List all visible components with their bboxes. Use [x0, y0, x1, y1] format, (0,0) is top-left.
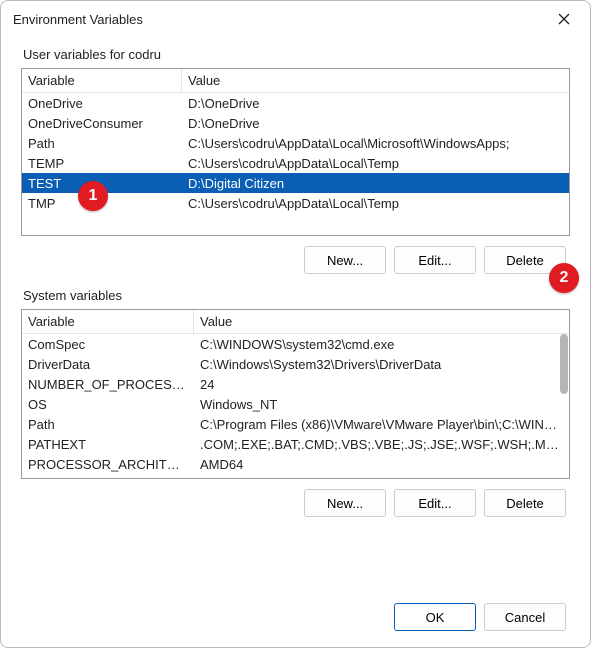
var-name-cell: ComSpec: [22, 337, 194, 352]
close-icon[interactable]: [550, 5, 578, 33]
var-value-cell: Windows_NT: [194, 397, 569, 412]
var-name-cell: Path: [22, 417, 194, 432]
var-value-cell: AMD64 Family 25 Model 97 Stepping 2, Aut…: [194, 477, 569, 480]
col-header-value[interactable]: Value: [194, 310, 569, 334]
user-variables-list[interactable]: Variable Value OneDriveD:\OneDriveOneDri…: [21, 68, 570, 236]
var-value-cell: C:\Users\codru\AppData\Local\Microsoft\W…: [182, 136, 569, 151]
system-variables-list[interactable]: Variable Value ComSpecC:\WINDOWS\system3…: [21, 309, 570, 479]
table-row[interactable]: DriverDataC:\Windows\System32\Drivers\Dr…: [22, 354, 569, 374]
system-variables-group: System variables Variable Value ComSpecC…: [21, 288, 570, 517]
var-value-cell: D:\OneDrive: [182, 116, 569, 131]
cancel-button[interactable]: Cancel: [484, 603, 566, 631]
var-name-cell: DriverData: [22, 357, 194, 372]
titlebar: Environment Variables: [1, 1, 590, 37]
system-edit-button[interactable]: Edit...: [394, 489, 476, 517]
user-variables-group: User variables for codru Variable Value …: [21, 47, 570, 274]
env-vars-window: Environment Variables User variables for…: [0, 0, 591, 648]
content-area: User variables for codru Variable Value …: [1, 37, 590, 591]
var-value-cell: C:\Users\codru\AppData\Local\Temp: [182, 156, 569, 171]
var-name-cell: PROCESSOR_ARCHITECTURE: [22, 457, 194, 472]
var-name-cell: OS: [22, 397, 194, 412]
table-row[interactable]: PROCESSOR_IDENTIFIERAMD64 Family 25 Mode…: [22, 474, 569, 479]
var-name-cell: Path: [22, 136, 182, 151]
table-row[interactable]: OneDriveConsumerD:\OneDrive: [22, 113, 569, 133]
system-group-label: System variables: [21, 288, 570, 303]
window-title: Environment Variables: [13, 12, 550, 27]
table-row[interactable]: PROCESSOR_ARCHITECTUREAMD64: [22, 454, 569, 474]
table-row[interactable]: NUMBER_OF_PROCESSORS24: [22, 374, 569, 394]
col-header-value[interactable]: Value: [182, 69, 569, 93]
var-name-cell: NUMBER_OF_PROCESSORS: [22, 377, 194, 392]
var-name-cell: PROCESSOR_IDENTIFIER: [22, 477, 194, 480]
user-buttons-row: New... Edit... Delete: [21, 246, 570, 274]
var-value-cell: D:\OneDrive: [182, 96, 569, 111]
scrollbar-thumb[interactable]: [560, 334, 568, 394]
system-list-header: Variable Value: [22, 310, 569, 334]
table-row[interactable]: PATHEXT.COM;.EXE;.BAT;.CMD;.VBS;.VBE;.JS…: [22, 434, 569, 454]
var-value-cell: AMD64: [194, 457, 569, 472]
user-edit-button[interactable]: Edit...: [394, 246, 476, 274]
table-row[interactable]: ComSpecC:\WINDOWS\system32\cmd.exe: [22, 334, 569, 354]
table-row[interactable]: OneDriveD:\OneDrive: [22, 93, 569, 113]
var-value-cell: .COM;.EXE;.BAT;.CMD;.VBS;.VBE;.JS;.JSE;.…: [194, 437, 569, 452]
var-value-cell: 24: [194, 377, 569, 392]
table-row[interactable]: PathC:\Users\codru\AppData\Local\Microso…: [22, 133, 569, 153]
var-value-cell: C:\Windows\System32\Drivers\DriverData: [194, 357, 569, 372]
var-name-cell: OneDrive: [22, 96, 182, 111]
table-row[interactable]: OSWindows_NT: [22, 394, 569, 414]
var-value-cell: D:\Digital Citizen: [182, 176, 569, 191]
table-row[interactable]: PathC:\Program Files (x86)\VMware\VMware…: [22, 414, 569, 434]
system-new-button[interactable]: New...: [304, 489, 386, 517]
var-name-cell: TEMP: [22, 156, 182, 171]
var-name-cell: PATHEXT: [22, 437, 194, 452]
system-delete-button[interactable]: Delete: [484, 489, 566, 517]
system-buttons-row: New... Edit... Delete: [21, 489, 570, 517]
user-new-button[interactable]: New...: [304, 246, 386, 274]
table-row[interactable]: TEMPC:\Users\codru\AppData\Local\Temp: [22, 153, 569, 173]
col-header-variable[interactable]: Variable: [22, 69, 182, 93]
dialog-footer: OK Cancel: [1, 591, 590, 647]
var-value-cell: C:\Users\codru\AppData\Local\Temp: [182, 196, 569, 211]
var-name-cell: OneDriveConsumer: [22, 116, 182, 131]
var-value-cell: C:\Program Files (x86)\VMware\VMware Pla…: [194, 417, 569, 432]
ok-button[interactable]: OK: [394, 603, 476, 631]
col-header-variable[interactable]: Variable: [22, 310, 194, 334]
user-group-label: User variables for codru: [21, 47, 570, 62]
callout-2: 2: [549, 263, 579, 293]
user-list-header: Variable Value: [22, 69, 569, 93]
var-value-cell: C:\WINDOWS\system32\cmd.exe: [194, 337, 569, 352]
callout-1: 1: [78, 181, 108, 211]
